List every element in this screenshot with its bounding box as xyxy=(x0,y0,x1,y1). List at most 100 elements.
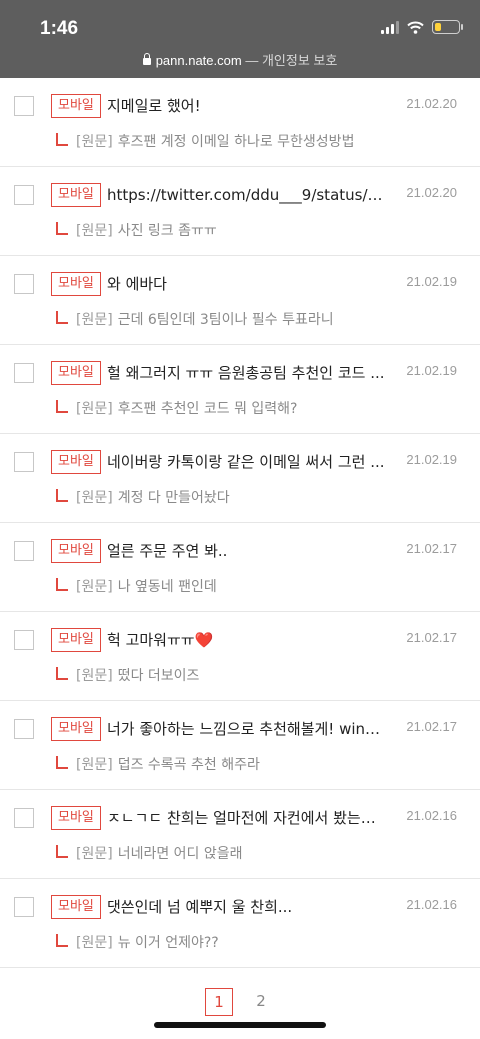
post-checkbox[interactable] xyxy=(14,185,34,205)
list-item[interactable]: 모바일 ㅈㄴㄱㄷ 찬희는 얼마전에 자컨에서 봤는데... 21.02.16 [… xyxy=(0,790,480,879)
original-tag: [원문] xyxy=(76,223,113,239)
mobile-badge: 모바일 xyxy=(51,717,101,741)
post-title[interactable]: ㅈㄴㄱㄷ 찬희는 얼마전에 자컨에서 봤는데... xyxy=(107,806,387,830)
list-item[interactable]: 모바일 와 에바다 21.02.19 [원문] 근데 6팀인데 3팀이나 필수 … xyxy=(0,256,480,345)
mobile-badge: 모바일 xyxy=(51,895,101,919)
post-title[interactable]: 네이버랑 카톡이랑 같은 이메일 써서 그런 ... xyxy=(107,450,387,474)
post-date: 21.02.20 xyxy=(406,96,457,111)
original-tag: [원문] xyxy=(76,935,113,951)
post-title[interactable]: 얼른 주문 주연 봐.. xyxy=(107,539,387,563)
post-title-text: 헉 고마워ㅠㅠ xyxy=(107,631,195,649)
reply-arrow-icon xyxy=(56,310,68,324)
list-item[interactable]: 모바일 https://twitter.com/ddu___9/status/1… xyxy=(0,167,480,256)
original-post[interactable]: [원문] 나 옆동네 팬인데 xyxy=(56,576,217,596)
list-item[interactable]: 모바일 지메일로 했어! 21.02.20 [원문] 후즈팬 계정 이메일 하나… xyxy=(0,78,480,167)
browser-top-bar: 1:46 pann.nate.com — 개인정보 보호 xyxy=(0,0,480,78)
post-title[interactable]: 헐 왜그러지 ㅠㅠ 음원총공팀 추천인 코드 ... xyxy=(107,361,387,385)
post-title[interactable]: 너가 좋아하는 느낌으로 추천해볼게! wings... xyxy=(107,717,387,741)
reply-arrow-icon xyxy=(56,221,68,235)
original-post[interactable]: [원문] 덥즈 수록곡 추천 해주라 xyxy=(56,754,260,774)
heart-icon: ❤️ xyxy=(194,631,214,649)
original-post[interactable]: [원문] 뉴 이거 언제야?? xyxy=(56,932,219,952)
reply-arrow-icon xyxy=(56,755,68,769)
original-post[interactable]: [원문] 떴다 더보이즈 xyxy=(56,665,199,685)
post-checkbox[interactable] xyxy=(14,808,34,828)
reply-arrow-icon xyxy=(56,666,68,680)
reply-arrow-icon xyxy=(56,488,68,502)
original-post[interactable]: [원문] 너네라면 어디 앉을래 xyxy=(56,843,243,863)
post-date: 21.02.16 xyxy=(406,808,457,823)
original-tag: [원문] xyxy=(76,490,113,506)
post-checkbox[interactable] xyxy=(14,452,34,472)
list-item[interactable]: 모바일 헐 왜그러지 ㅠㅠ 음원총공팀 추천인 코드 ... 21.02.19 … xyxy=(0,345,480,434)
list-item[interactable]: 모바일 네이버랑 카톡이랑 같은 이메일 써서 그런 ... 21.02.19 … xyxy=(0,434,480,523)
post-title[interactable]: 와 에바다 xyxy=(107,272,387,296)
page-link-2[interactable]: 2 xyxy=(247,988,275,1016)
original-title[interactable]: 덥즈 수록곡 추천 해주라 xyxy=(118,754,260,774)
list-item[interactable]: 모바일 너가 좋아하는 느낌으로 추천해볼게! wings... 21.02.1… xyxy=(0,701,480,790)
original-post[interactable]: [원문] 사진 링크 좀ㅠㅠ xyxy=(56,220,217,240)
original-title[interactable]: 근데 6팀인데 3팀이나 필수 투표라니 xyxy=(118,309,334,329)
mobile-badge: 모바일 xyxy=(51,628,101,652)
list-item[interactable]: 모바일 헉 고마워ㅠㅠ❤️ 21.02.17 [원문] 떴다 더보이즈 xyxy=(0,612,480,701)
original-title[interactable]: 떴다 더보이즈 xyxy=(118,665,200,685)
original-tag: [원문] xyxy=(76,579,113,595)
original-title[interactable]: 후즈팬 계정 이메일 하나로 무한생성방법 xyxy=(118,131,355,151)
address-domain: pann.nate.com xyxy=(155,53,242,68)
reply-arrow-icon xyxy=(56,844,68,858)
battery-icon xyxy=(432,20,463,34)
mobile-badge: 모바일 xyxy=(51,272,101,296)
original-post[interactable]: [원문] 계정 다 만들어놨다 xyxy=(56,487,230,507)
post-title[interactable]: 지메일로 했어! xyxy=(107,94,387,118)
post-checkbox[interactable] xyxy=(14,897,34,917)
post-date: 21.02.19 xyxy=(406,363,457,378)
post-date: 21.02.19 xyxy=(406,274,457,289)
original-title[interactable]: 너네라면 어디 앉을래 xyxy=(118,843,243,863)
post-checkbox[interactable] xyxy=(14,96,34,116)
post-title[interactable]: 댓쓴인데 넘 예뿌지 울 찬희... xyxy=(107,895,387,919)
page-link-1[interactable]: 1 xyxy=(205,988,233,1016)
post-checkbox[interactable] xyxy=(14,630,34,650)
original-title[interactable]: 뉴 이거 언제야?? xyxy=(118,932,219,952)
lock-icon xyxy=(142,53,151,65)
post-checkbox[interactable] xyxy=(14,719,34,739)
post-date: 21.02.17 xyxy=(406,630,457,645)
post-list: 모바일 지메일로 했어! 21.02.20 [원문] 후즈팬 계정 이메일 하나… xyxy=(0,78,480,968)
status-time: 1:46 xyxy=(40,18,79,39)
post-title[interactable]: https://twitter.com/ddu___9/status/1311.… xyxy=(107,183,387,207)
original-post[interactable]: [원문] 후즈팬 추천인 코드 뭐 입력해? xyxy=(56,398,297,418)
reply-arrow-icon xyxy=(56,577,68,591)
original-tag: [원문] xyxy=(76,668,113,684)
home-indicator[interactable] xyxy=(154,1022,326,1028)
mobile-badge: 모바일 xyxy=(51,361,101,385)
pagination: 1 2 xyxy=(0,988,480,1016)
post-title[interactable]: 헉 고마워ㅠㅠ❤️ xyxy=(107,628,387,652)
address-bar[interactable]: pann.nate.com — 개인정보 보호 xyxy=(0,50,480,69)
original-title[interactable]: 사진 링크 좀ㅠㅠ xyxy=(118,220,217,240)
post-checkbox[interactable] xyxy=(14,363,34,383)
reply-arrow-icon xyxy=(56,132,68,146)
original-tag: [원문] xyxy=(76,312,113,328)
original-tag: [원문] xyxy=(76,401,113,417)
original-tag: [원문] xyxy=(76,134,113,150)
original-post[interactable]: [원문] 후즈팬 계정 이메일 하나로 무한생성방법 xyxy=(56,131,354,151)
post-checkbox[interactable] xyxy=(14,274,34,294)
reply-arrow-icon xyxy=(56,399,68,413)
mobile-badge: 모바일 xyxy=(51,94,101,118)
original-title[interactable]: 계정 다 만들어놨다 xyxy=(118,487,230,507)
mobile-badge: 모바일 xyxy=(51,450,101,474)
mobile-badge: 모바일 xyxy=(51,183,101,207)
original-title[interactable]: 나 옆동네 팬인데 xyxy=(118,576,217,596)
original-title[interactable]: 후즈팬 추천인 코드 뭐 입력해? xyxy=(118,398,298,418)
post-date: 21.02.17 xyxy=(406,719,457,734)
original-post[interactable]: [원문] 근데 6팀인데 3팀이나 필수 투표라니 xyxy=(56,309,334,329)
list-item[interactable]: 모바일 얼른 주문 주연 봐.. 21.02.17 [원문] 나 옆동네 팬인데 xyxy=(0,523,480,612)
list-item[interactable]: 모바일 댓쓴인데 넘 예뿌지 울 찬희... 21.02.16 [원문] 뉴 이… xyxy=(0,879,480,968)
status-icons xyxy=(381,20,463,34)
mobile-badge: 모바일 xyxy=(51,806,101,830)
post-date: 21.02.17 xyxy=(406,541,457,556)
wifi-icon xyxy=(407,21,424,34)
post-checkbox[interactable] xyxy=(14,541,34,561)
mobile-badge: 모바일 xyxy=(51,539,101,563)
post-date: 21.02.19 xyxy=(406,452,457,467)
